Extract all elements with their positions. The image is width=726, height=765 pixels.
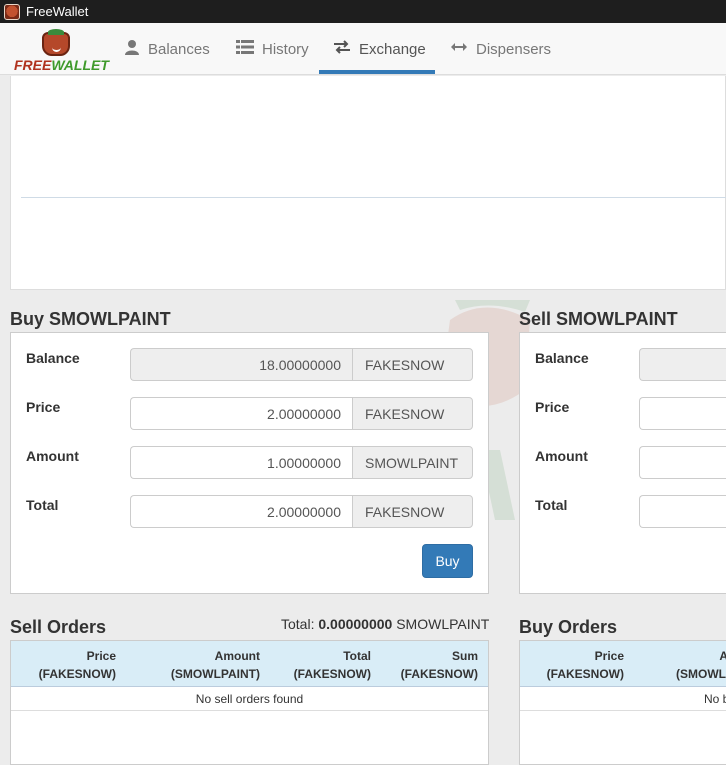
sell-amount-label: Amount bbox=[535, 448, 588, 464]
buy-orders-table: Price (FAKESNOW) A (SMOWL No b bbox=[519, 640, 726, 765]
nav-dispensers-label: Dispensers bbox=[476, 40, 552, 58]
chart-baseline bbox=[21, 197, 726, 198]
buy-button[interactable]: Buy bbox=[422, 544, 473, 578]
buy-orders-empty-message: No b bbox=[520, 687, 726, 711]
sell-orders-header: Price (FAKESNOW) Amount (SMOWLPAINT) Tot… bbox=[11, 641, 488, 687]
sell-orders-empty-message: No sell orders found bbox=[11, 687, 488, 711]
buy-amount-unit: SMOWLPAINT bbox=[352, 446, 473, 479]
logo-text-wallet: WALLET bbox=[51, 57, 109, 73]
app-icon bbox=[4, 3, 20, 20]
user-icon bbox=[124, 39, 140, 59]
buy-balance-field: 18.00000000 bbox=[130, 348, 353, 381]
sell-orders-total-prefix: Total: bbox=[281, 616, 315, 632]
nav-balances-label: Balances bbox=[148, 40, 210, 58]
buy-price-unit: FAKESNOW bbox=[352, 397, 473, 430]
sell-orders-table: Price (FAKESNOW) Amount (SMOWLPAINT) Tot… bbox=[10, 640, 489, 765]
nav-balances[interactable]: Balances bbox=[124, 23, 210, 75]
nav-history-label: History bbox=[262, 40, 309, 58]
buy-orders-header: Price (FAKESNOW) A (SMOWL bbox=[520, 641, 726, 687]
window-title: FreeWallet bbox=[26, 4, 89, 19]
sell-balance-label: Balance bbox=[535, 350, 589, 366]
buy-balance-unit: FAKESNOW bbox=[352, 348, 473, 381]
sell-balance-field bbox=[639, 348, 726, 381]
sell-orders-total-unit: SMOWLPAINT bbox=[396, 616, 490, 632]
logo-text-free: FREE bbox=[14, 57, 52, 73]
sell-price-label: Price bbox=[535, 399, 570, 415]
buy-price-label: Price bbox=[26, 399, 61, 415]
nav-exchange[interactable]: Exchange bbox=[333, 23, 426, 75]
sell-price-input[interactable] bbox=[639, 397, 726, 430]
buy-amount-input[interactable]: 1.00000000 bbox=[130, 446, 353, 479]
double-arrow-icon bbox=[450, 39, 468, 59]
price-chart bbox=[10, 76, 726, 290]
col-price[interactable]: Price (FAKESNOW) bbox=[39, 647, 116, 683]
nav-history[interactable]: History bbox=[236, 23, 309, 75]
buy-form-title: Buy SMOWLPAINT bbox=[10, 309, 171, 329]
window-titlebar: FreeWallet bbox=[0, 0, 726, 23]
sell-orders-title: Sell Orders bbox=[10, 617, 107, 637]
nav-exchange-label: Exchange bbox=[359, 40, 426, 58]
sell-total-label: Total bbox=[535, 497, 568, 513]
buy-orders-title: Buy Orders bbox=[519, 617, 618, 637]
active-tab-indicator bbox=[319, 70, 435, 74]
col-sum[interactable]: Sum (FAKESNOW) bbox=[401, 647, 478, 683]
sell-amount-input[interactable] bbox=[639, 446, 726, 479]
buy-total-input[interactable]: 2.00000000 bbox=[130, 495, 353, 528]
sell-form-title: Sell SMOWLPAINT bbox=[519, 309, 678, 329]
freewallet-logo[interactable]: FREEWALLET bbox=[14, 29, 109, 73]
col-amount[interactable]: Amount (SMOWLPAINT) bbox=[171, 647, 260, 683]
mascot-logo-icon bbox=[42, 29, 70, 56]
buy-total-label: Total bbox=[26, 497, 59, 513]
sell-orders-total-value: 0.00000000 bbox=[318, 616, 393, 632]
sell-total-input[interactable] bbox=[639, 495, 726, 528]
col-price[interactable]: Price (FAKESNOW) bbox=[546, 647, 624, 683]
list-icon bbox=[236, 39, 254, 59]
nav-dispensers[interactable]: Dispensers bbox=[450, 23, 551, 75]
buy-balance-label: Balance bbox=[26, 350, 80, 366]
col-total[interactable]: Total (FAKESNOW) bbox=[294, 647, 371, 683]
buy-amount-label: Amount bbox=[26, 448, 79, 464]
navbar: FREEWALLET Balances History Exchange Dis… bbox=[0, 23, 726, 75]
col-amount[interactable]: A (SMOWL bbox=[676, 647, 726, 683]
buy-total-unit: FAKESNOW bbox=[352, 495, 473, 528]
buy-price-input[interactable]: 2.00000000 bbox=[130, 397, 353, 430]
exchange-icon bbox=[333, 39, 351, 59]
sell-orders-total: Total: 0.00000000 SMOWLPAINT bbox=[281, 616, 489, 632]
